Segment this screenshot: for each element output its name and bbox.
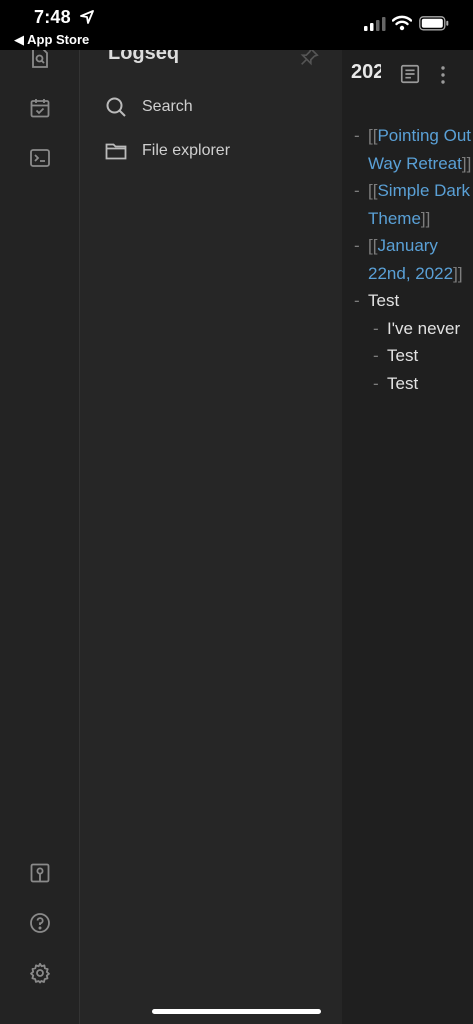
cellular-signal-icon [364,17,386,31]
left-sidebar-panel: Logseq Search File explorer [80,42,342,1024]
location-arrow-icon [80,10,94,24]
bullet-icon[interactable]: - [373,342,379,370]
battery-icon [419,16,449,31]
page-title: 2022 [351,61,381,83]
terminal-icon[interactable] [28,146,52,170]
page-reference-link[interactable]: Pointing Out Way Retreat [368,126,471,173]
list-item[interactable]: - [[Pointing Out Way Retreat]] [354,122,473,177]
block-list: - [[Pointing Out Way Retreat]] - [[Simpl… [354,122,473,397]
map-pin-board-icon[interactable] [28,861,52,885]
list-item[interactable]: - Test [354,287,473,315]
home-indicator[interactable] [152,1009,321,1014]
status-bar: 7:48 ◀ App Store [0,0,473,50]
calendar-check-icon[interactable] [28,96,52,120]
clock: 7:48 [34,7,71,27]
block-text[interactable]: Test [387,346,418,365]
bullet-icon[interactable]: - [354,122,360,150]
sidebar-item-file-explorer[interactable]: File explorer [104,136,230,166]
bracket-close: ]] [453,263,463,283]
back-to-app-store[interactable]: ◀ App Store [14,32,89,48]
sidebar-item-label: Search [142,98,193,115]
list-item[interactable]: - [[Simple Dark Theme]] [354,177,473,232]
bracket-close: ]] [461,153,472,173]
document-icon[interactable] [399,63,421,85]
block-text[interactable]: Test [387,374,418,393]
page-reference-link[interactable]: January 22nd, 2022 [368,236,453,283]
bracket-close: ]] [420,208,431,228]
more-options-icon[interactable] [438,64,448,86]
bullet-icon[interactable]: - [373,315,379,343]
bullet-icon[interactable]: - [373,370,379,398]
left-icon-rail [0,48,80,1024]
sidebar-item-label: File explorer [142,142,231,159]
list-item[interactable]: - I've never [373,315,473,343]
list-item[interactable]: - [[January 22nd, 2022]] [354,232,473,287]
list-item[interactable]: - Test [373,370,473,398]
block-text[interactable]: I've never [387,319,460,338]
search-icon [106,97,126,117]
main-content: 2022 - [[Pointing Out Way Retreat]] - [[… [342,50,473,1024]
sidebar-item-search[interactable]: Search [104,92,193,122]
list-item[interactable]: - Test [373,342,473,370]
block-text[interactable]: Test [368,291,399,310]
bullet-icon[interactable]: - [354,287,360,315]
bullet-icon[interactable]: - [354,232,360,260]
bullet-icon[interactable]: - [354,177,360,205]
folder-icon [105,143,127,160]
wifi-icon [392,15,412,31]
settings-icon[interactable] [28,961,52,985]
help-icon[interactable] [28,911,52,935]
page-reference-link[interactable]: Simple Dark Theme [368,181,470,228]
